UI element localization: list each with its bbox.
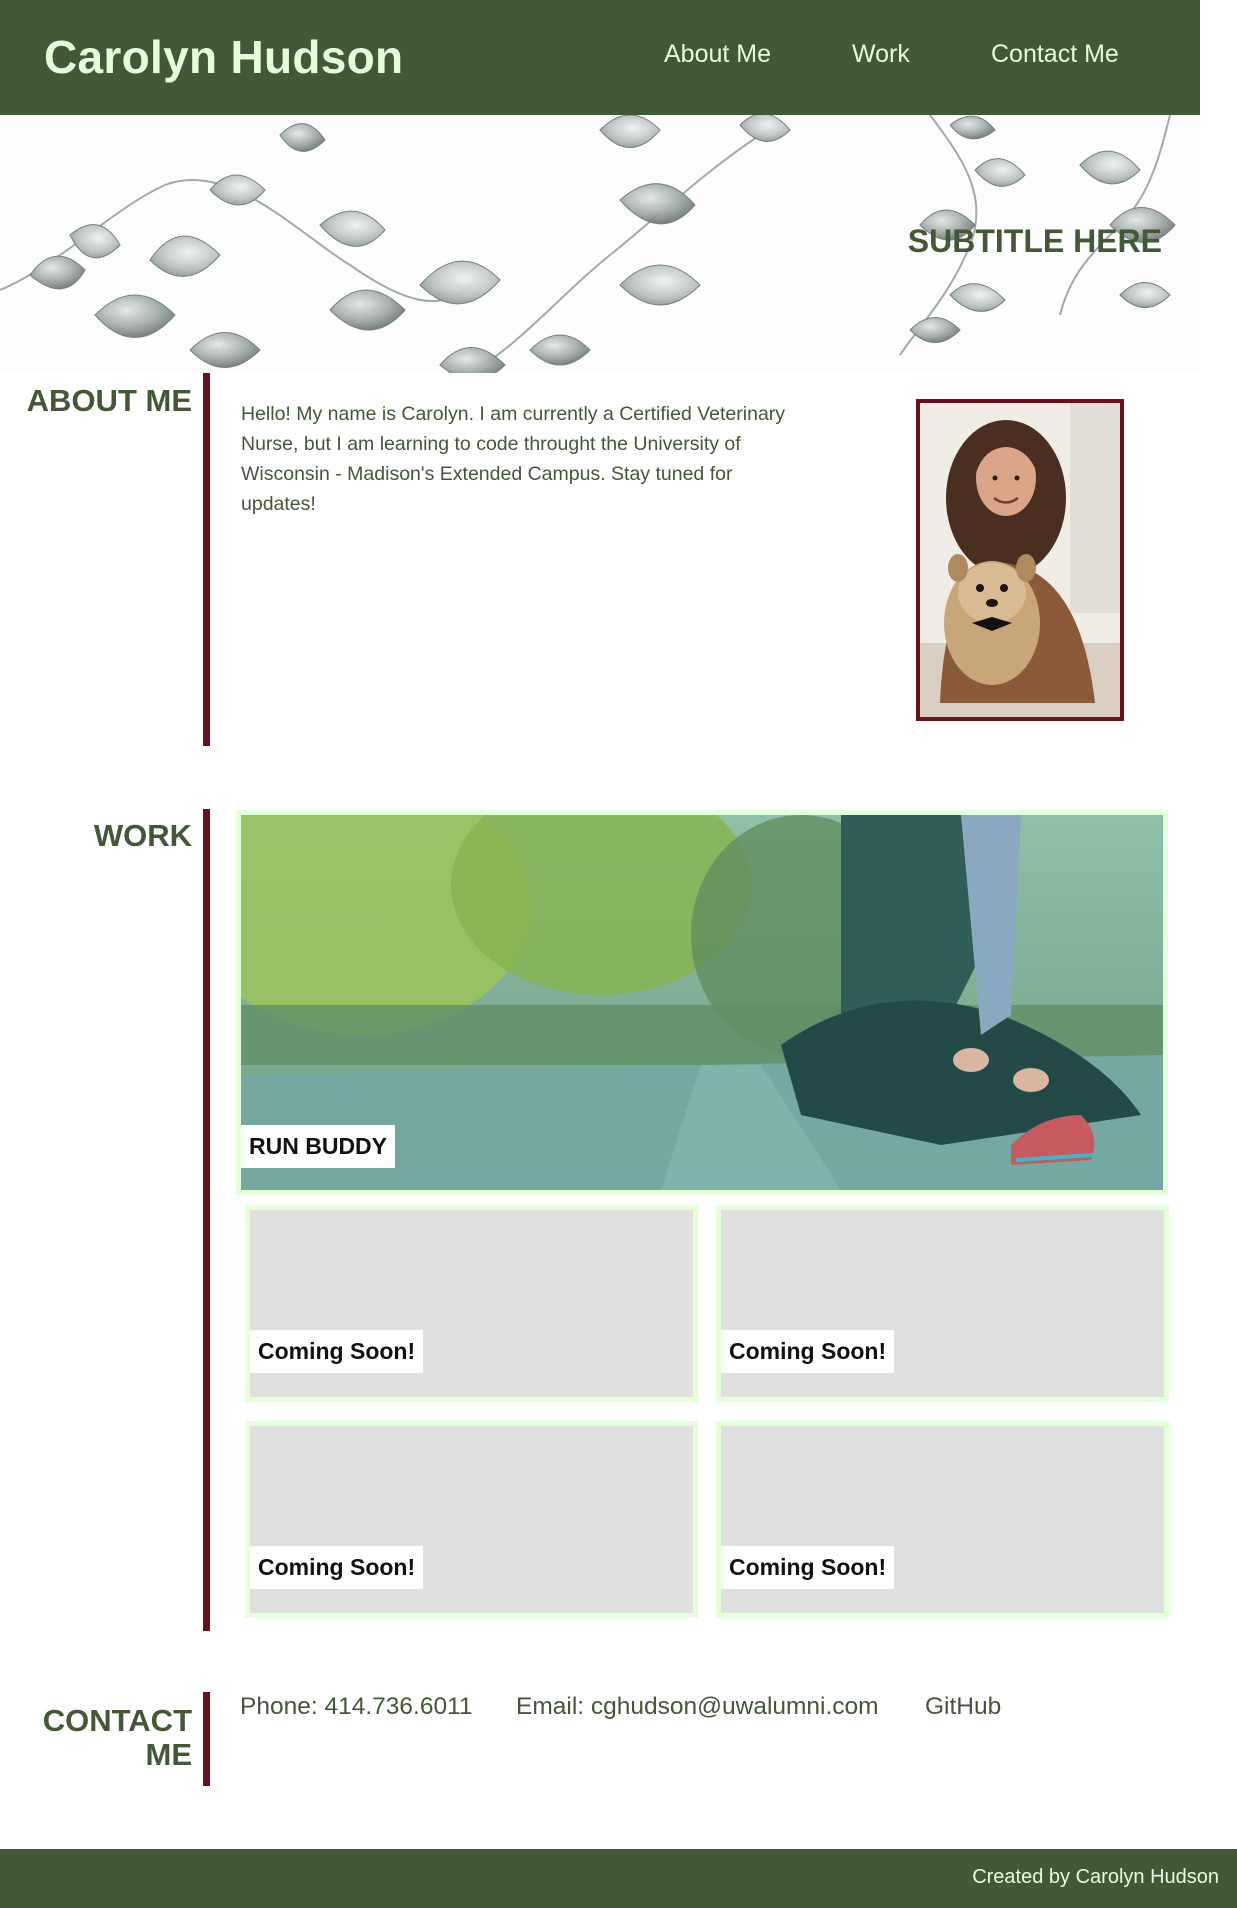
project-label-4: Coming Soon! [721, 1546, 895, 1589]
hero-banner: SUBTITLE HERE [0, 115, 1200, 373]
footer-credit: Created by Carolyn Hudson [972, 1866, 1219, 1888]
hero-subtitle: SUBTITLE HERE [907, 223, 1162, 259]
project-label-2: Coming Soon! [721, 1330, 895, 1373]
project-card-3[interactable]: Coming Soon! [245, 1421, 698, 1618]
work-heading: WORK [93, 818, 192, 853]
work-divider [203, 809, 210, 1631]
contact-phone[interactable]: Phone: 414.736.6011 [240, 1693, 473, 1721]
contact-github-link[interactable]: GitHub [925, 1693, 1001, 1721]
about-divider [203, 373, 210, 746]
project-card-run-buddy[interactable]: RUN BUDDY [236, 810, 1168, 1195]
about-text: Hello! My name is Carolyn. I am currentl… [241, 403, 786, 515]
project-card-4[interactable]: Coming Soon! [716, 1421, 1169, 1618]
project-card-2[interactable]: Coming Soon! [716, 1205, 1169, 1402]
project-card-1[interactable]: Coming Soon! [245, 1205, 698, 1402]
about-heading: ABOUT ME [26, 383, 192, 418]
site-header: Carolyn Hudson About Me Work Contact Me [0, 0, 1200, 115]
project-label-3: Coming Soon! [250, 1546, 424, 1589]
nav-link-contact-me[interactable]: Contact Me [991, 40, 1119, 69]
profile-photo [916, 399, 1124, 721]
contact-email-link[interactable]: Email: cghudson@uwalumni.com [516, 1693, 879, 1721]
nav-link-work[interactable]: Work [852, 40, 910, 69]
contact-heading: CONTACT ME [42, 1703, 192, 1773]
site-footer: Created by Carolyn Hudson [0, 1849, 1237, 1908]
nav-link-about-me[interactable]: About Me [664, 40, 771, 69]
site-title: Carolyn Hudson [44, 31, 404, 83]
project-label-1: Coming Soon! [250, 1330, 424, 1373]
contact-divider [203, 1692, 210, 1786]
project-label-run-buddy: RUN BUDDY [241, 1125, 395, 1168]
